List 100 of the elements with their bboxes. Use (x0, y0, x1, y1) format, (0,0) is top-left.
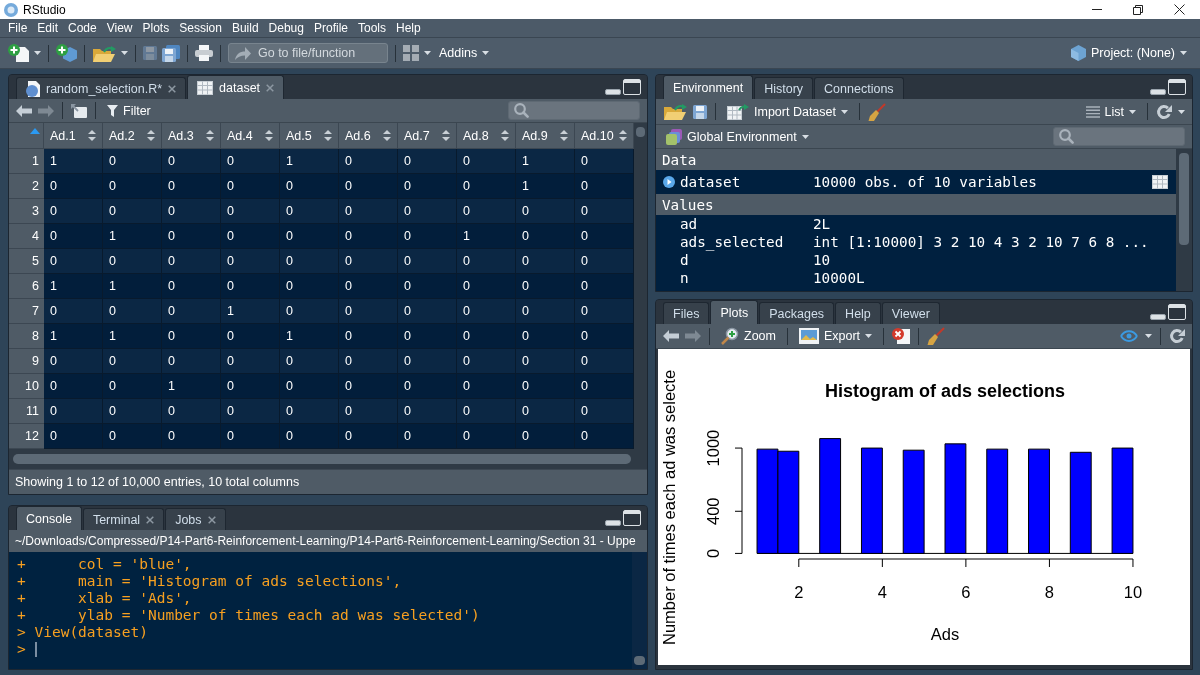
menu-item[interactable]: File (3, 19, 33, 37)
console-line: + col = 'blue', (17, 556, 192, 573)
caret-icon[interactable] (34, 51, 41, 55)
variable-value: 10 (813, 252, 831, 268)
vertical-scrollbar[interactable] (634, 123, 647, 449)
tab[interactable]: Files (663, 302, 710, 324)
table-cell: 1 (280, 149, 339, 174)
table-cell: 0 (44, 224, 103, 249)
tab[interactable]: Jobs (165, 508, 226, 530)
table-cell: 0 (398, 424, 457, 449)
save-icon[interactable] (693, 104, 707, 119)
tab[interactable]: Console (16, 506, 82, 530)
scrollbar-thumb[interactable] (13, 454, 631, 464)
tab[interactable]: Connections (814, 77, 904, 99)
minimize-pane-icon[interactable] (605, 89, 621, 95)
menu-item[interactable]: Debug (263, 19, 309, 37)
search-field[interactable] (1053, 127, 1185, 146)
refresh-icon[interactable] (1169, 328, 1185, 344)
minimize-pane-icon[interactable] (1150, 314, 1166, 320)
folder-icon[interactable] (92, 44, 116, 62)
refresh-icon[interactable] (1156, 103, 1172, 120)
menu-item[interactable]: View (101, 19, 138, 37)
tab[interactable]: dataset (187, 75, 285, 99)
delete-icon[interactable] (892, 328, 911, 344)
eye-icon[interactable] (1119, 330, 1139, 342)
tab[interactable]: Plots (710, 300, 759, 324)
menu-item[interactable]: Profile (308, 19, 353, 37)
popout-icon[interactable] (71, 103, 87, 118)
column-header[interactable]: Ad.9 (516, 123, 575, 149)
menu-item[interactable]: Session (174, 19, 227, 37)
tab[interactable]: Viewer (881, 302, 940, 324)
column-header[interactable]: Ad.7 (398, 123, 457, 149)
column-header[interactable]: Ad.1 (44, 123, 103, 149)
caret-icon[interactable] (121, 51, 128, 55)
tab[interactable]: random_selection.R* (16, 77, 187, 99)
addins-button[interactable]: Addins (436, 43, 493, 63)
menu-item[interactable]: Tools (353, 19, 391, 37)
column-header[interactable]: Ad.6 (339, 123, 398, 149)
maximize-pane-icon[interactable] (623, 79, 641, 95)
broom-icon[interactable] (868, 102, 886, 121)
zoom-button[interactable]: Zoom (718, 326, 779, 346)
horizontal-scrollbar[interactable] (9, 449, 647, 469)
back-arrow-icon[interactable] (16, 104, 32, 117)
save-all-icon[interactable] (162, 44, 180, 62)
column-header[interactable]: Ad.5 (280, 123, 339, 149)
search-field[interactable] (508, 101, 640, 120)
tab[interactable]: Packages (759, 302, 835, 324)
tab[interactable]: History (754, 77, 814, 99)
back-arrow-icon[interactable] (663, 330, 679, 342)
table-cell: 0 (457, 349, 516, 374)
column-header[interactable]: Ad.3 (162, 123, 221, 149)
column-header[interactable]: Ad.2 (103, 123, 162, 149)
caret-icon[interactable] (1178, 109, 1185, 114)
table-cell: 0 (575, 249, 634, 274)
folder-icon[interactable] (663, 103, 687, 120)
sort-icon (619, 130, 627, 141)
menu-item[interactable]: Code (63, 19, 102, 37)
vertical-scrollbar[interactable] (1176, 149, 1192, 291)
variable-value: 10000L (813, 270, 865, 286)
menu-item[interactable]: Edit (32, 19, 64, 37)
view-mode-button[interactable]: List (1082, 101, 1139, 122)
new-project-icon[interactable] (56, 44, 77, 62)
restore-icon[interactable] (1133, 4, 1143, 15)
filter-button[interactable]: Filter (104, 100, 154, 121)
scrollbar-thumb[interactable] (636, 127, 645, 137)
grid-icon[interactable] (403, 45, 419, 61)
minimize-pane-icon[interactable] (605, 520, 621, 526)
vertical-scrollbar[interactable] (632, 552, 647, 669)
menu-item[interactable]: Help (391, 19, 426, 37)
broom-icon[interactable] (927, 327, 946, 345)
tab[interactable]: Terminal (82, 508, 165, 530)
table-cell: 0 (398, 224, 457, 249)
variable-name: d (680, 252, 690, 268)
minimize-pane-icon[interactable] (1150, 89, 1166, 95)
maximize-pane-icon[interactable] (623, 510, 641, 526)
caret-icon[interactable] (1145, 334, 1152, 338)
new-file-icon[interactable] (8, 44, 29, 62)
column-header[interactable]: Ad.8 (457, 123, 516, 149)
menu-item[interactable]: Build (226, 19, 264, 37)
import-dataset-button[interactable]: Import Dataset (724, 101, 851, 122)
close-icon[interactable] (1174, 4, 1185, 15)
column-header[interactable] (9, 123, 44, 149)
tab[interactable]: Help (835, 302, 881, 324)
maximize-pane-icon[interactable] (1168, 79, 1186, 95)
table-cell: 0 (398, 149, 457, 174)
column-header[interactable]: Ad.4 (221, 123, 280, 149)
play-icon[interactable] (663, 176, 675, 188)
go-to-file-field[interactable]: Go to file/function (228, 43, 388, 63)
table-cell: 0 (280, 349, 339, 374)
printer-icon[interactable] (195, 45, 213, 61)
caret-icon[interactable] (424, 51, 431, 55)
maximize-pane-icon[interactable] (1168, 304, 1186, 320)
column-header[interactable]: Ad.10 (575, 123, 634, 149)
export-button[interactable]: Export (795, 326, 876, 346)
scrollbar-thumb[interactable] (634, 656, 645, 665)
table-cell: 0 (398, 274, 457, 299)
project-button[interactable]: Project: (None) (1067, 43, 1190, 63)
tab[interactable]: Environment (663, 75, 754, 99)
menu-item[interactable]: Plots (137, 19, 175, 37)
scrollbar-thumb[interactable] (1179, 153, 1189, 245)
